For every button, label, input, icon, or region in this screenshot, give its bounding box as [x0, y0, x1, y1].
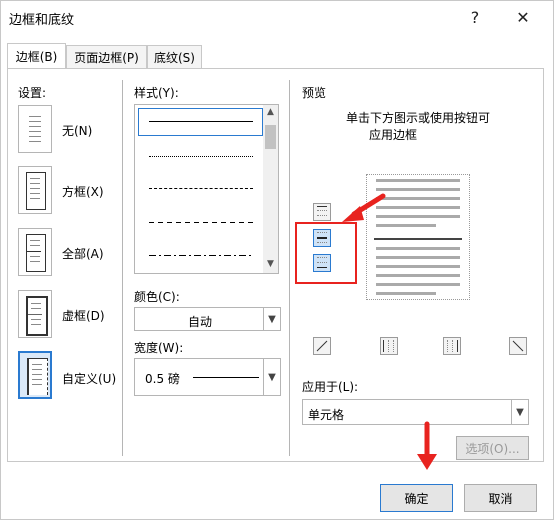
width-label: 宽度(W):: [134, 341, 184, 355]
chevron-down-icon[interactable]: ▼: [263, 308, 280, 330]
scroll-down-icon[interactable]: ▼: [263, 259, 278, 269]
close-icon: ✕: [516, 7, 530, 27]
options-button[interactable]: 选项(O)...: [456, 436, 529, 460]
style-list-scrollbar[interactable]: ▲ ▼: [263, 105, 278, 273]
color-dropdown[interactable]: 自动 ▼: [134, 307, 281, 331]
border-grid-icon[interactable]: [18, 290, 52, 338]
border-none-icon[interactable]: [18, 105, 52, 153]
title-bar: 边框和底纹 ? ✕: [0, 0, 554, 34]
style-option-dotted[interactable]: [149, 156, 253, 157]
color-value: 自动: [187, 315, 212, 329]
right-border-button[interactable]: [443, 337, 461, 355]
apply-to-label: 应用于(L):: [302, 380, 359, 394]
style-option-dashed[interactable]: [149, 222, 253, 223]
separator-left: [122, 80, 123, 456]
preview-hint-line2: 应用边框: [369, 128, 418, 142]
setting-box-label[interactable]: 方框(X): [62, 183, 104, 200]
apply-to-value: 单元格: [308, 408, 345, 422]
chevron-down-icon[interactable]: ▼: [263, 359, 280, 395]
annotation-arrow-down-icon: [417, 421, 437, 470]
tab-borders[interactable]: 边框(B): [7, 43, 66, 68]
width-value: 0.5 磅: [145, 372, 180, 386]
preview-hint-line1: 单击下方图示或使用按钮可: [346, 111, 491, 125]
help-button[interactable]: ?: [460, 4, 490, 30]
annotation-arrow-icon: [342, 193, 386, 222]
width-dropdown[interactable]: 0.5 磅 ▼: [134, 358, 281, 396]
setting-grid-label[interactable]: 虚框(D): [62, 307, 105, 324]
diagonal-down-border-button[interactable]: [313, 337, 331, 355]
scroll-up-icon[interactable]: ▲: [263, 107, 278, 117]
ok-button[interactable]: 确定: [380, 484, 453, 512]
border-all-icon[interactable]: [18, 228, 52, 276]
tab-shading[interactable]: 底纹(S): [147, 45, 202, 68]
border-box-icon[interactable]: [18, 166, 52, 214]
chevron-down-icon[interactable]: ▼: [511, 400, 528, 424]
line-style-list[interactable]: ▲ ▼: [134, 104, 279, 274]
left-border-button[interactable]: [380, 337, 398, 355]
style-heading: 样式(Y):: [134, 86, 179, 100]
style-option-dash-dot[interactable]: [149, 255, 253, 256]
close-button[interactable]: ✕: [508, 4, 538, 30]
setting-custom-label[interactable]: 自定义(U): [62, 370, 116, 387]
top-border-button[interactable]: [313, 203, 331, 221]
cancel-button[interactable]: 取消: [464, 484, 537, 512]
tab-page-border[interactable]: 页面边框(P): [66, 45, 147, 68]
settings-heading: 设置:: [18, 86, 47, 100]
diagonal-up-border-button[interactable]: [509, 337, 527, 355]
style-option-dashed-fine[interactable]: [149, 188, 253, 189]
setting-all-label[interactable]: 全部(A): [62, 245, 104, 262]
separator-right: [289, 80, 290, 456]
style-option-solid[interactable]: [138, 108, 263, 136]
color-label: 颜色(C):: [134, 290, 180, 304]
annotation-highlight-box: [295, 222, 357, 284]
preview-heading: 预览: [302, 86, 327, 100]
border-custom-icon[interactable]: [18, 351, 52, 399]
dialog-title: 边框和底纹: [9, 13, 75, 28]
width-line-sample: [193, 377, 259, 378]
scroll-thumb[interactable]: [265, 125, 276, 149]
setting-none-label[interactable]: 无(N): [62, 122, 92, 139]
